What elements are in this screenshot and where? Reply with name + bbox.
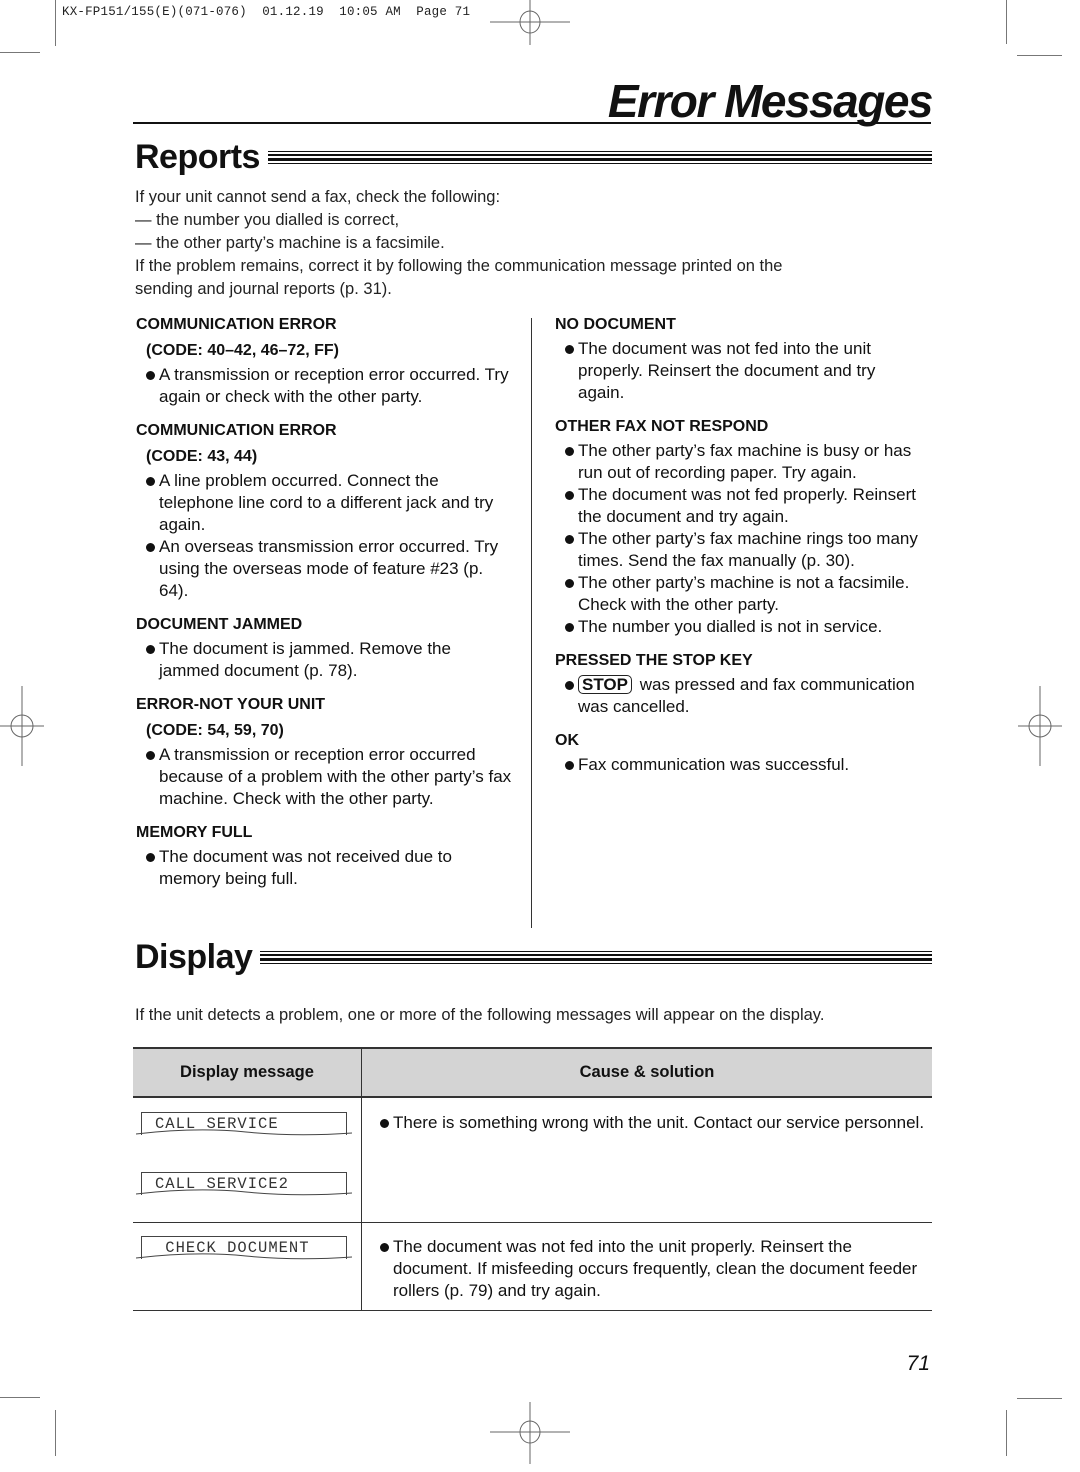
display-message-cell: CHECK DOCUMENT: [133, 1222, 362, 1311]
reports-intro: If your unit cannot send a fax, check th…: [135, 186, 782, 301]
report-entry: OTHER FAX NOT RESPOND The other party’s …: [555, 414, 925, 638]
reports-right-column: NO DOCUMENT The document was not fed int…: [555, 312, 925, 786]
report-entry: ERROR-NOT YOUR UNIT (CODE: 54, 59, 70) A…: [136, 692, 516, 810]
intro-line: — the number you dialled is correct,: [135, 211, 400, 229]
registration-mark-icon: [490, 0, 570, 45]
report-entry: MEMORY FULL The document was not receive…: [136, 820, 516, 890]
column-header: Display message: [133, 1047, 362, 1098]
intro-line: If the problem remains, correct it by fo…: [135, 257, 783, 275]
entry-title: ERROR-NOT YOUR UNIT: [136, 696, 326, 713]
table-row: CALL SERVICE CALL SERVICE2 There is some…: [133, 1097, 932, 1223]
display-message-table: Display message Cause & solution CALL SE…: [133, 1047, 932, 1311]
crop-mark: [55, 0, 56, 46]
bullet-icon: [565, 579, 574, 588]
bullet-item: The document was not fed into the unit p…: [565, 338, 925, 404]
lcd-message: CALL SERVICE: [136, 1112, 352, 1140]
bullet-item: The document was not fed properly. Reins…: [565, 484, 925, 528]
title-rule: [133, 122, 931, 124]
display-message-cell: CALL SERVICE CALL SERVICE2: [133, 1097, 362, 1223]
report-entry: COMMUNICATION ERROR (CODE: 40–42, 46–72,…: [136, 312, 516, 408]
bullet-item: The document was not received due to mem…: [146, 846, 516, 890]
heading-rules: [260, 950, 932, 965]
entry-title: COMMUNICATION ERROR: [136, 316, 337, 333]
crop-mark: [1006, 0, 1007, 44]
bullet-icon: [146, 371, 155, 380]
entry-title: PRESSED THE STOP KEY: [555, 652, 753, 669]
crop-mark: [0, 1397, 40, 1398]
bullet-icon: [380, 1119, 389, 1128]
reports-heading: Reports: [135, 138, 260, 176]
display-heading-bar: Display: [135, 938, 932, 977]
bullet-item: An overseas transmission error occurred.…: [146, 536, 516, 602]
bullet-item: The document is jammed. Remove the jamme…: [146, 638, 516, 682]
intro-line: — the other party’s machine is a facsimi…: [135, 234, 445, 252]
bullet-item: A transmission or reception error occurr…: [146, 744, 516, 810]
stop-key-icon: STOP: [578, 675, 632, 694]
bullet-icon: [146, 751, 155, 760]
crop-mark: [55, 1410, 56, 1456]
crop-mark: [1017, 1398, 1062, 1399]
bullet-icon: [146, 645, 155, 654]
registration-mark-icon: [490, 1402, 570, 1464]
entry-code: (CODE: 54, 59, 70): [146, 722, 284, 739]
report-entry: DOCUMENT JAMMED The document is jammed. …: [136, 612, 516, 682]
bullet-item: The document was not fed into the unit p…: [363, 1236, 931, 1302]
bullet-item: A transmission or reception error occurr…: [146, 364, 516, 408]
bullet-icon: [565, 345, 574, 354]
bullet-item: The other party’s fax machine is busy or…: [565, 440, 925, 484]
bullet-icon: [565, 623, 574, 632]
table-header-row: Display message Cause & solution: [133, 1047, 932, 1098]
crop-mark: [1017, 55, 1062, 56]
report-entry: COMMUNICATION ERROR (CODE: 43, 44) A lin…: [136, 418, 516, 602]
lcd-message: CALL SERVICE2: [136, 1172, 352, 1200]
entry-title: COMMUNICATION ERROR: [136, 422, 337, 439]
entry-title: DOCUMENT JAMMED: [136, 616, 303, 633]
cause-cell: There is something wrong with the unit. …: [361, 1097, 932, 1223]
cause-cell: The document was not fed into the unit p…: [361, 1222, 932, 1311]
heading-rules: [267, 150, 932, 165]
bullet-icon: [380, 1242, 389, 1252]
bullet-icon: [565, 447, 574, 456]
display-intro: If the unit detects a problem, one or mo…: [135, 1006, 825, 1024]
bullet-icon: [146, 853, 155, 862]
table-row: CHECK DOCUMENT The document was not fed …: [133, 1222, 932, 1311]
bullet-item: The number you dialled is not in service…: [565, 616, 925, 638]
entry-code: (CODE: 43, 44): [146, 448, 258, 465]
bullet-item: Fax communication was successful.: [565, 754, 925, 776]
bullet-item: The other party’s machine is not a facsi…: [565, 572, 925, 616]
registration-mark-icon: [1018, 686, 1062, 766]
entry-title: OK: [555, 732, 579, 749]
entry-title: MEMORY FULL: [136, 824, 253, 841]
crop-mark: [0, 52, 40, 53]
bullet-icon: [565, 535, 574, 544]
report-entry: NO DOCUMENT The document was not fed int…: [555, 312, 925, 404]
bullet-item: There is something wrong with the unit. …: [363, 1112, 931, 1134]
bullet-icon: [565, 681, 574, 690]
display-heading: Display: [135, 938, 253, 976]
intro-line: If your unit cannot send a fax, check th…: [135, 188, 501, 206]
bullet-icon: [565, 761, 574, 770]
lcd-message: CHECK DOCUMENT: [136, 1235, 352, 1264]
column-divider: [531, 318, 532, 928]
page-title: Error Messages: [607, 75, 934, 127]
bullet-item: A line problem occurred. Connect the tel…: [146, 470, 516, 536]
print-slug: KX-FP151/155(E)(071-076) 01.12.19 10:05 …: [62, 5, 471, 19]
report-entry: PRESSED THE STOP KEY STOP was pressed an…: [555, 648, 925, 718]
reports-left-column: COMMUNICATION ERROR (CODE: 40–42, 46–72,…: [136, 312, 516, 900]
intro-line: sending and journal reports (p. 31).: [135, 280, 392, 298]
bullet-icon: [146, 543, 155, 552]
page-number: 71: [906, 1352, 930, 1375]
entry-title: OTHER FAX NOT RESPOND: [555, 418, 769, 435]
column-header: Cause & solution: [361, 1047, 932, 1098]
bullet-item: The other party’s fax machine rings too …: [565, 528, 925, 572]
crop-mark: [1006, 1410, 1007, 1456]
entry-code: (CODE: 40–42, 46–72, FF): [146, 342, 339, 359]
bullet-icon: [146, 477, 155, 486]
bullet-icon: [565, 491, 574, 500]
registration-mark-icon: [0, 686, 44, 766]
entry-title: NO DOCUMENT: [555, 316, 676, 333]
bullet-item: STOP was pressed and fax communication w…: [565, 674, 925, 718]
report-entry: OK Fax communication was successful.: [555, 728, 925, 776]
reports-heading-bar: Reports: [135, 138, 932, 177]
